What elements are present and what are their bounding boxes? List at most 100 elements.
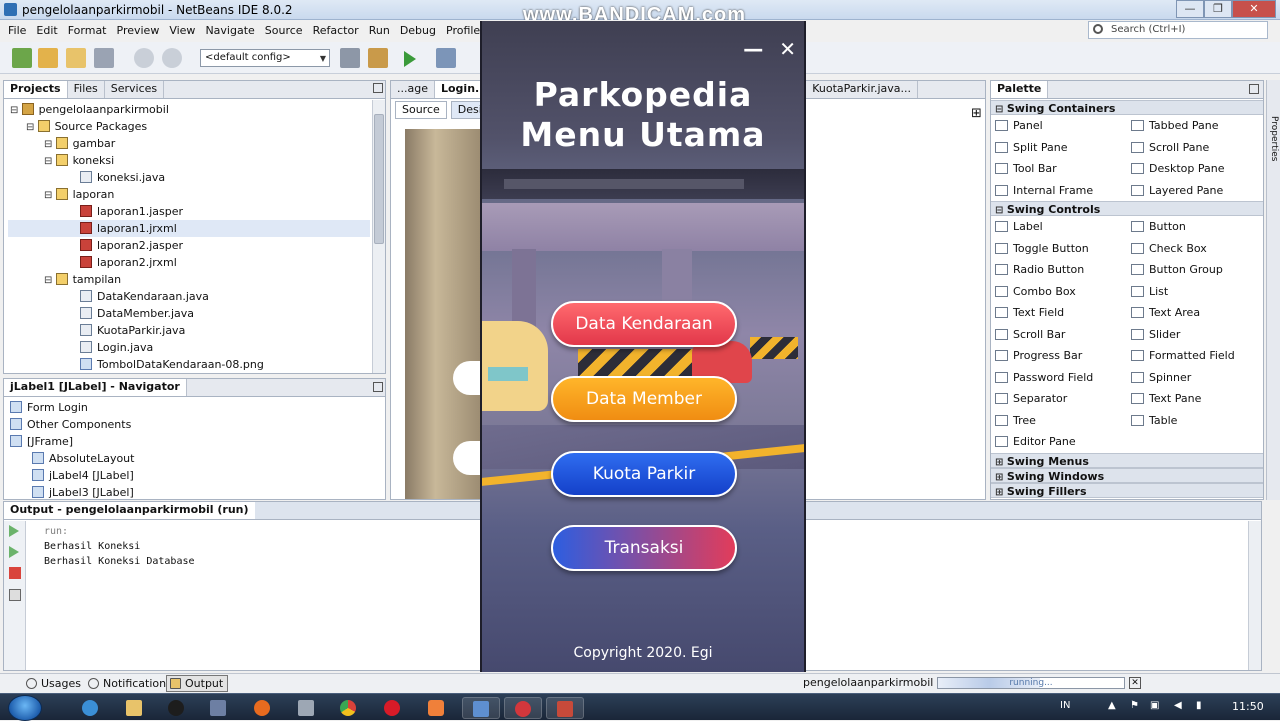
tree-node[interactable]: ⊟ Source Packages: [8, 118, 370, 135]
tab-services[interactable]: Services: [105, 81, 165, 98]
language-indicator[interactable]: IN: [1060, 700, 1070, 711]
output-title[interactable]: Output - pengelolaanparkirmobil (run): [4, 502, 255, 519]
menu-item-format[interactable]: Format: [63, 24, 112, 37]
collapse-toggle-icon[interactable]: ⊞: [995, 457, 1007, 468]
expand-toggle-icon[interactable]: ⊟: [26, 122, 38, 133]
palette-item[interactable]: Internal Frame: [995, 180, 1131, 202]
taskbar-ie[interactable]: [72, 697, 110, 719]
palette-item[interactable]: Tool Bar: [995, 158, 1131, 180]
menu-item-source[interactable]: Source: [260, 24, 308, 37]
app-minimize-button[interactable]: —: [743, 37, 763, 61]
palette-item[interactable]: Scroll Bar: [995, 324, 1131, 346]
navigator-node[interactable]: AbsoluteLayout: [8, 450, 378, 467]
output-scrollbar[interactable]: [1248, 521, 1261, 670]
cancel-task-icon[interactable]: ✕: [1129, 677, 1141, 689]
properties-side-tab[interactable]: Properties: [1266, 80, 1280, 500]
palette-item[interactable]: Text Area: [1131, 302, 1267, 324]
taskbar-netbeans[interactable]: [462, 697, 500, 719]
navigator-node[interactable]: jLabel3 [JLabel]: [8, 484, 378, 501]
palette-item[interactable]: Button: [1131, 216, 1267, 238]
palette-item[interactable]: Slider: [1131, 324, 1267, 346]
menu-item-debug[interactable]: Debug: [395, 24, 441, 37]
menu-item-refactor[interactable]: Refactor: [308, 24, 364, 37]
tree-node[interactable]: ⊟ gambar: [8, 135, 370, 152]
taskbar-app4[interactable]: [200, 697, 238, 719]
palette-item[interactable]: Spinner: [1131, 367, 1267, 389]
open-project-icon[interactable]: [66, 48, 86, 68]
network-icon[interactable]: ⚑: [1130, 700, 1139, 711]
navigator-node[interactable]: [JFrame]: [8, 433, 378, 450]
tree-node[interactable]: laporan1.jasper: [8, 203, 370, 220]
tree-node[interactable]: laporan2.jasper: [8, 237, 370, 254]
palette-item[interactable]: Text Field: [995, 302, 1131, 324]
new-project-icon[interactable]: [38, 48, 58, 68]
palette-item[interactable]: Separator: [995, 388, 1131, 410]
collapse-toggle-icon[interactable]: ⊟: [995, 104, 1007, 115]
rerun-icon[interactable]: [9, 525, 19, 537]
palette-item[interactable]: Formatted Field: [1131, 345, 1267, 367]
tab-projects[interactable]: Projects: [4, 81, 68, 98]
tree-node[interactable]: ⊟ tampilan: [8, 271, 370, 288]
palette-section-header[interactable]: ⊞ Swing Windows: [991, 467, 1263, 483]
tab-files[interactable]: Files: [68, 81, 105, 98]
menu-item-file[interactable]: File: [3, 24, 31, 37]
palette-item[interactable]: Tree: [995, 410, 1131, 432]
taskbar-app6[interactable]: [288, 697, 326, 719]
taskbar-bandicam[interactable]: [504, 697, 542, 719]
palette-item[interactable]: List: [1131, 281, 1267, 303]
collapse-toggle-icon[interactable]: ⊟: [995, 205, 1007, 216]
taskbar-xampp[interactable]: [418, 697, 456, 719]
clean-build-icon[interactable]: [368, 48, 388, 68]
tree-node[interactable]: laporan1.jrxml: [8, 220, 370, 237]
menu-item-navigate[interactable]: Navigate: [200, 24, 259, 37]
palette-item[interactable]: Panel: [995, 115, 1131, 137]
editor-tab[interactable]: ...age: [391, 81, 435, 98]
editor-mode-source[interactable]: Source: [395, 101, 447, 119]
data-kendaraan-button[interactable]: Data Kendaraan: [551, 301, 737, 347]
run-icon[interactable]: [404, 51, 416, 67]
palette-item[interactable]: Progress Bar: [995, 345, 1131, 367]
menu-item-view[interactable]: View: [164, 24, 200, 37]
project-tree-scrollbar[interactable]: [372, 100, 385, 373]
tray-chevron-icon[interactable]: ▲: [1108, 700, 1116, 711]
editor-tab[interactable]: KuotaParkir.java...: [806, 81, 919, 98]
notifications-button[interactable]: Notifications: [84, 675, 177, 692]
palette-item[interactable]: Tabbed Pane: [1131, 115, 1267, 137]
menu-item-preview[interactable]: Preview: [112, 24, 165, 37]
scrollbar-thumb[interactable]: [374, 114, 384, 244]
editor-tab[interactable]: Login.: [434, 81, 487, 98]
search-input[interactable]: Search (Ctrl+I): [1088, 21, 1268, 39]
navigator-node[interactable]: Form Login: [8, 399, 378, 416]
expand-toggle-icon[interactable]: ⊟: [44, 139, 56, 150]
tree-node[interactable]: laporan2.jrxml: [8, 254, 370, 271]
app-close-button[interactable]: ✕: [779, 37, 796, 61]
minimize-panel-icon[interactable]: [1249, 84, 1259, 94]
navigator-node[interactable]: jLabel4 [JLabel]: [8, 467, 378, 484]
tree-node[interactable]: TombolDataKendaraan-08.png: [8, 356, 370, 373]
taskbar-media[interactable]: [158, 697, 196, 719]
taskbar-java-app[interactable]: [546, 697, 584, 719]
expand-toggle-icon[interactable]: ⊟: [10, 105, 22, 116]
palette-item[interactable]: Radio Button: [995, 259, 1131, 281]
action-center-icon[interactable]: ▣: [1150, 700, 1159, 711]
palette-item[interactable]: Toggle Button: [995, 238, 1131, 260]
usages-button[interactable]: Usages: [22, 675, 86, 692]
tree-node[interactable]: koneksi.java: [8, 169, 370, 186]
output-toggle-button[interactable]: Output: [166, 675, 229, 692]
palette-item[interactable]: Password Field: [995, 367, 1131, 389]
expand-toggle-icon[interactable]: ⊟: [44, 156, 56, 167]
settings-icon[interactable]: [9, 589, 21, 601]
menu-item-profile[interactable]: Profile: [441, 24, 485, 37]
add-icon[interactable]: ⊞: [971, 106, 982, 121]
palette-item[interactable]: Label: [995, 216, 1131, 238]
volume-icon[interactable]: ◀: [1174, 700, 1182, 711]
build-hammer-icon[interactable]: [340, 48, 360, 68]
palette-title[interactable]: Palette: [991, 81, 1049, 98]
tree-node[interactable]: DataMember.java: [8, 305, 370, 322]
stop-icon[interactable]: [9, 567, 21, 579]
expand-toggle-icon[interactable]: ⊟: [44, 190, 56, 201]
collapse-toggle-icon[interactable]: ⊞: [995, 487, 1007, 498]
undo-icon[interactable]: [134, 48, 154, 68]
palette-item[interactable]: Text Pane: [1131, 388, 1267, 410]
tree-node[interactable]: Login.java: [8, 339, 370, 356]
